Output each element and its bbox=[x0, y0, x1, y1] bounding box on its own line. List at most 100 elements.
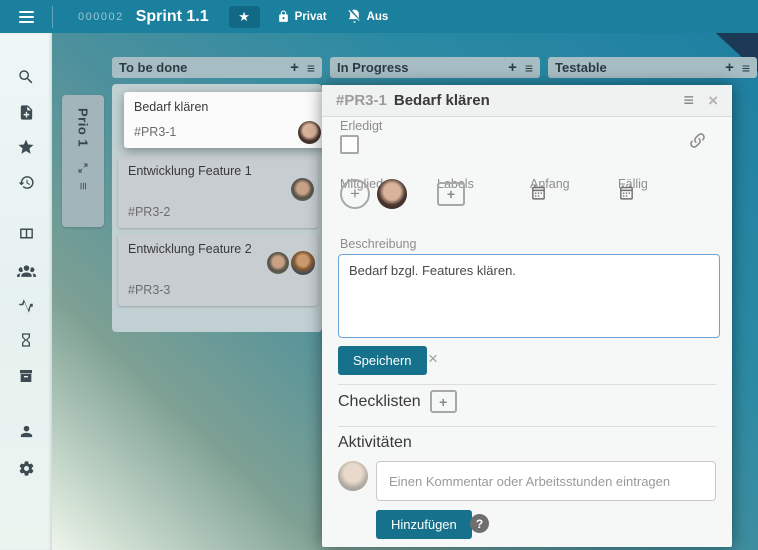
history-icon bbox=[18, 174, 35, 191]
notifications-label: Aus bbox=[367, 11, 389, 23]
task-title: Bedarf klären bbox=[394, 92, 490, 109]
avatar bbox=[298, 121, 321, 144]
star-icon: ★ bbox=[238, 9, 250, 25]
hourglass-icon bbox=[18, 332, 34, 348]
lock-icon bbox=[277, 10, 290, 23]
board-number: 000002 bbox=[78, 11, 124, 23]
card-title: Entwicklung Feature 2 bbox=[128, 242, 252, 256]
sidebar-item-starred[interactable] bbox=[0, 132, 52, 162]
column-header-testable: Testable + ≡ bbox=[548, 57, 757, 78]
board-title: Sprint 1.1 bbox=[136, 8, 209, 26]
plus-icon: + bbox=[447, 186, 455, 202]
privacy-label: Privat bbox=[295, 11, 327, 23]
users-group-icon bbox=[17, 261, 36, 280]
current-user-avatar bbox=[338, 461, 368, 491]
link-icon[interactable] bbox=[688, 131, 707, 150]
swimlane-collapse-icon[interactable] bbox=[77, 162, 89, 174]
save-button[interactable]: Speichern bbox=[338, 346, 427, 375]
avatar bbox=[267, 252, 289, 274]
add-comment-button[interactable]: Hinzufügen bbox=[376, 510, 472, 539]
search-icon bbox=[17, 68, 35, 86]
description-textarea[interactable]: Bedarf bzgl. Features klären. bbox=[338, 254, 720, 338]
archive-icon bbox=[18, 368, 34, 384]
sidebar-item-settings[interactable] bbox=[0, 453, 52, 483]
add-document-icon bbox=[18, 104, 35, 121]
close-icon[interactable]: × bbox=[708, 91, 718, 111]
card-pr3-2[interactable]: Entwicklung Feature 1 #PR3-2 bbox=[118, 156, 318, 228]
question-mark: ? bbox=[476, 517, 483, 531]
modal-menu-icon[interactable]: ≡ bbox=[684, 90, 695, 111]
help-icon[interactable]: ? bbox=[470, 514, 489, 533]
column-header-in-progress: In Progress + ≡ bbox=[330, 57, 540, 78]
divider bbox=[338, 384, 716, 385]
activity-pulse-icon bbox=[17, 297, 35, 315]
column-menu-icon[interactable]: ≡ bbox=[742, 60, 750, 76]
topbar: 000002 Sprint 1.1 ★ Privat Aus bbox=[0, 0, 758, 33]
comment-input[interactable] bbox=[376, 461, 716, 501]
add-card-icon[interactable]: + bbox=[725, 59, 734, 76]
done-label: Erledigt bbox=[340, 119, 382, 133]
notifications-toggle[interactable]: Aus bbox=[347, 9, 389, 24]
card-ref: #PR3-2 bbox=[128, 205, 170, 219]
sidebar-item-users[interactable] bbox=[0, 255, 52, 285]
due-date-calendar-icon[interactable] bbox=[618, 184, 635, 201]
topbar-divider bbox=[52, 6, 53, 28]
add-checklist-button[interactable]: + bbox=[430, 390, 457, 413]
sidebar-item-account[interactable] bbox=[0, 416, 52, 446]
sidebar-item-activity[interactable] bbox=[0, 291, 52, 321]
checklists-section: Checklisten + bbox=[338, 390, 457, 413]
avatar bbox=[291, 178, 314, 201]
bell-off-icon bbox=[347, 9, 362, 24]
sidebar-item-archive[interactable] bbox=[0, 361, 52, 391]
column-menu-icon[interactable]: ≡ bbox=[525, 60, 533, 76]
activities-section: Aktivitäten bbox=[338, 434, 412, 452]
gear-icon bbox=[18, 460, 35, 477]
star-icon bbox=[17, 138, 35, 156]
favorite-star-button[interactable]: ★ bbox=[229, 6, 260, 28]
avatar bbox=[291, 251, 315, 275]
app-window: 000002 Sprint 1.1 ★ Privat Aus To be don… bbox=[0, 0, 758, 550]
activities-label: Aktivitäten bbox=[338, 434, 412, 452]
checklists-label: Checklisten bbox=[338, 393, 421, 411]
card-ref: #PR3-1 bbox=[134, 125, 176, 139]
card-title: Bedarf klären bbox=[134, 100, 208, 114]
column-header-to-be-done: To be done + ≡ bbox=[112, 57, 322, 78]
swimlane-prio1: Prio 1 ≡ bbox=[62, 95, 104, 227]
card-title: Entwicklung Feature 1 bbox=[128, 164, 252, 178]
sidebar-item-time-tracking[interactable] bbox=[0, 325, 52, 355]
plus-icon: + bbox=[439, 394, 447, 410]
modal-header: #PR3-1 Bedarf klären ≡ × bbox=[322, 85, 732, 117]
column-title: To be done bbox=[119, 60, 187, 75]
cancel-icon[interactable]: × bbox=[428, 349, 438, 369]
add-label-button[interactable]: + bbox=[437, 182, 465, 206]
member-avatar[interactable] bbox=[377, 179, 407, 209]
done-checkbox[interactable] bbox=[340, 135, 359, 154]
privacy-toggle[interactable]: Privat bbox=[277, 10, 327, 23]
task-ref: #PR3-1 bbox=[336, 92, 387, 109]
plus-icon: + bbox=[350, 184, 360, 204]
swimlane-title: Prio 1 bbox=[76, 108, 91, 147]
main-menu-button[interactable] bbox=[0, 0, 52, 33]
card-ref: #PR3-3 bbox=[128, 283, 170, 297]
sidebar-item-board-view[interactable] bbox=[0, 218, 52, 248]
swimlane-menu-icon[interactable]: ≡ bbox=[78, 182, 88, 190]
sidebar-item-search[interactable] bbox=[0, 62, 52, 92]
board-columns-icon bbox=[18, 225, 35, 242]
column-title: Testable bbox=[555, 60, 607, 75]
add-card-icon[interactable]: + bbox=[290, 59, 299, 76]
sidebar-item-history[interactable] bbox=[0, 167, 52, 197]
add-card-icon[interactable]: + bbox=[508, 59, 517, 76]
card-pr3-3[interactable]: Entwicklung Feature 2 #PR3-3 bbox=[118, 234, 318, 306]
divider bbox=[338, 426, 716, 427]
column-title: In Progress bbox=[337, 60, 409, 75]
sidebar-item-add-document[interactable] bbox=[0, 97, 52, 127]
task-detail-modal: #PR3-1 Bedarf klären ≡ × Erledigt Mitgli… bbox=[322, 85, 732, 547]
person-icon bbox=[18, 423, 35, 440]
card-pr3-1[interactable]: Bedarf klären #PR3-1 bbox=[124, 92, 324, 148]
start-date-calendar-icon[interactable] bbox=[530, 184, 547, 201]
description-label: Beschreibung bbox=[340, 237, 416, 251]
card-list-to-be-done: Bedarf klären #PR3-1 Entwicklung Feature… bbox=[112, 84, 322, 332]
column-menu-icon[interactable]: ≡ bbox=[307, 60, 315, 76]
sidebar bbox=[0, 33, 52, 550]
add-member-button[interactable]: + bbox=[340, 179, 370, 209]
